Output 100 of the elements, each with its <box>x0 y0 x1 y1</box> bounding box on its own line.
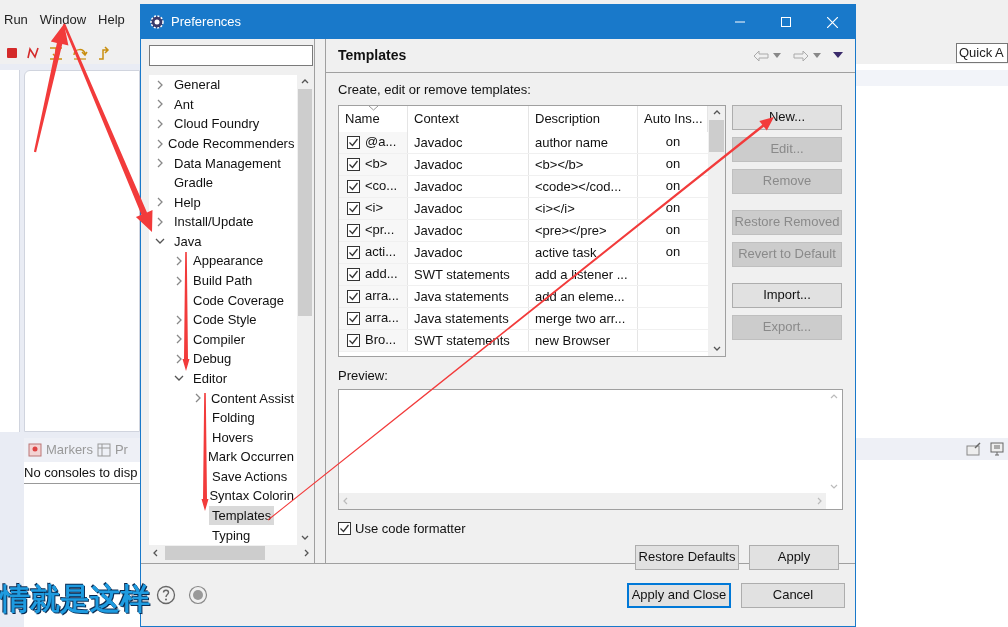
table-cell-text: add... <box>365 265 398 284</box>
record-icon[interactable] <box>188 585 208 605</box>
tree-item[interactable]: Java <box>171 231 205 251</box>
tree-item[interactable]: Cloud Foundry <box>171 114 263 134</box>
tree-item[interactable]: Gradle <box>171 173 217 193</box>
tree-item[interactable]: General <box>171 75 224 95</box>
chevron-right-icon[interactable] <box>155 158 165 169</box>
menu-item[interactable]: Run <box>4 10 28 30</box>
chevron-right-icon[interactable] <box>155 216 165 227</box>
table-cell: <code></cod... <box>529 175 638 197</box>
chevron-right-icon[interactable] <box>155 118 165 129</box>
vertical-scrollbar[interactable] <box>708 105 725 356</box>
chevron-right-icon[interactable] <box>193 393 203 404</box>
scroll-thumb[interactable] <box>165 546 265 560</box>
tree-item[interactable]: Compiler <box>190 329 248 349</box>
back-arrow-icon[interactable] <box>753 49 769 62</box>
disconnect-icon[interactable] <box>26 46 40 60</box>
tree-item[interactable]: Debug <box>190 349 235 369</box>
table-row[interactable]: <b> Javadoc <b></b> on <box>339 153 708 176</box>
dialog-button[interactable]: Restore Defaults <box>635 544 739 570</box>
chevron-right-icon[interactable] <box>174 334 184 345</box>
close-icon[interactable] <box>826 16 838 28</box>
column-header[interactable]: Description <box>529 105 638 132</box>
tree-item[interactable]: Code Coverage <box>190 290 288 310</box>
tree-item[interactable]: Build Path <box>190 271 256 291</box>
tree-item[interactable]: Code Style <box>190 310 260 330</box>
checkbox[interactable] <box>338 522 351 536</box>
chevron-right-icon[interactable] <box>174 353 184 364</box>
quick-access-field[interactable]: Quick A <box>956 43 1008 63</box>
chevron-right-icon[interactable] <box>155 138 165 149</box>
checkbox[interactable] <box>347 311 360 325</box>
menu-item[interactable]: Window <box>39 10 87 30</box>
forward-arrow-icon[interactable] <box>793 49 809 62</box>
chevron-right-icon[interactable] <box>155 197 165 208</box>
chevron-right-icon[interactable] <box>174 314 184 325</box>
checkbox[interactable] <box>347 333 360 347</box>
preview-label: Preview: <box>338 366 389 385</box>
table-cell-text: on <box>665 243 681 262</box>
pin-icon[interactable] <box>966 442 982 456</box>
checkbox[interactable] <box>347 179 360 193</box>
dialog-button[interactable]: Apply <box>749 544 839 570</box>
maximize-icon[interactable] <box>781 17 791 27</box>
checkbox-label[interactable]: Use code formatter <box>355 519 466 539</box>
step-over-icon[interactable] <box>72 46 88 60</box>
table-row[interactable]: <pr... Javadoc <pre></pre> on <box>339 219 708 242</box>
chevron-right-icon[interactable] <box>174 256 184 266</box>
table-row[interactable]: @a... Javadoc author name on <box>339 131 708 154</box>
tree-item[interactable]: Content Assist <box>207 388 297 408</box>
tree-item[interactable]: Save Actions <box>209 466 291 486</box>
step-return-icon[interactable] <box>96 46 112 60</box>
dropdown-icon[interactable] <box>813 52 821 59</box>
table-cell-text: @a... <box>365 133 397 152</box>
checkbox[interactable] <box>347 201 360 215</box>
table-cell: SWT statements <box>408 263 529 285</box>
table-row[interactable]: <co... Javadoc <code></cod... on <box>339 175 708 198</box>
chevron-right-icon[interactable] <box>174 275 184 286</box>
tree-item[interactable]: Hovers <box>209 427 257 447</box>
table-row[interactable]: <i> Javadoc <i></i> on <box>339 197 708 220</box>
table-cell-text: <pr... <box>365 221 395 240</box>
table-row[interactable]: acti... Javadoc active task on <box>339 241 708 264</box>
tree-item[interactable]: Appearance <box>190 251 267 271</box>
tree-item[interactable]: Data Management <box>171 153 284 173</box>
checkbox[interactable] <box>347 245 360 259</box>
tree-item[interactable]: Ant <box>171 94 197 114</box>
menu-item[interactable]: Help <box>98 10 125 30</box>
horizontal-scrollbar[interactable] <box>149 545 313 561</box>
checkbox[interactable] <box>347 223 360 237</box>
tree-item[interactable]: Editor <box>190 368 230 388</box>
table-cell-text: Bro... <box>365 331 397 350</box>
table-cell: <i></i> <box>529 197 638 219</box>
checkbox[interactable] <box>347 267 360 281</box>
tree-item[interactable]: Mark Occurren <box>205 447 297 467</box>
checkbox[interactable] <box>347 157 360 171</box>
dialog-button[interactable]: New... <box>732 104 842 130</box>
stop-icon[interactable] <box>6 47 18 59</box>
tree-item[interactable]: Install/Update <box>171 212 257 232</box>
tree-item[interactable]: Templates <box>209 506 275 525</box>
tree-item[interactable]: Typing <box>209 525 254 545</box>
tree-item[interactable]: Syntax Colorin <box>206 486 297 506</box>
dropdown-icon[interactable] <box>773 52 781 59</box>
monitor-icon[interactable] <box>990 442 1004 456</box>
chevron-right-icon[interactable] <box>155 79 165 90</box>
scroll-thumb[interactable] <box>709 119 724 152</box>
column-header[interactable]: Name <box>339 105 408 132</box>
table-row[interactable]: arra... Java statements merge two arr... <box>339 307 708 330</box>
dialog-button[interactable]: Cancel <box>741 582 845 608</box>
help-icon[interactable] <box>156 585 176 605</box>
checkbox[interactable] <box>347 289 360 303</box>
filter-field[interactable] <box>149 45 313 66</box>
dialog-button[interactable]: Apply and Close <box>627 582 731 608</box>
tree-item[interactable]: Help <box>171 192 204 212</box>
tree-item[interactable]: Folding <box>209 408 258 428</box>
chevron-right-icon[interactable] <box>155 99 165 110</box>
dialog-button[interactable]: Import... <box>732 282 842 308</box>
preview-area[interactable] <box>338 389 843 510</box>
tree-item[interactable]: Code Recommenders <box>165 134 297 153</box>
scroll-thumb[interactable] <box>298 89 312 316</box>
checkbox[interactable] <box>347 135 360 149</box>
column-header[interactable]: Context <box>408 105 529 132</box>
menu-icon[interactable] <box>833 52 843 59</box>
